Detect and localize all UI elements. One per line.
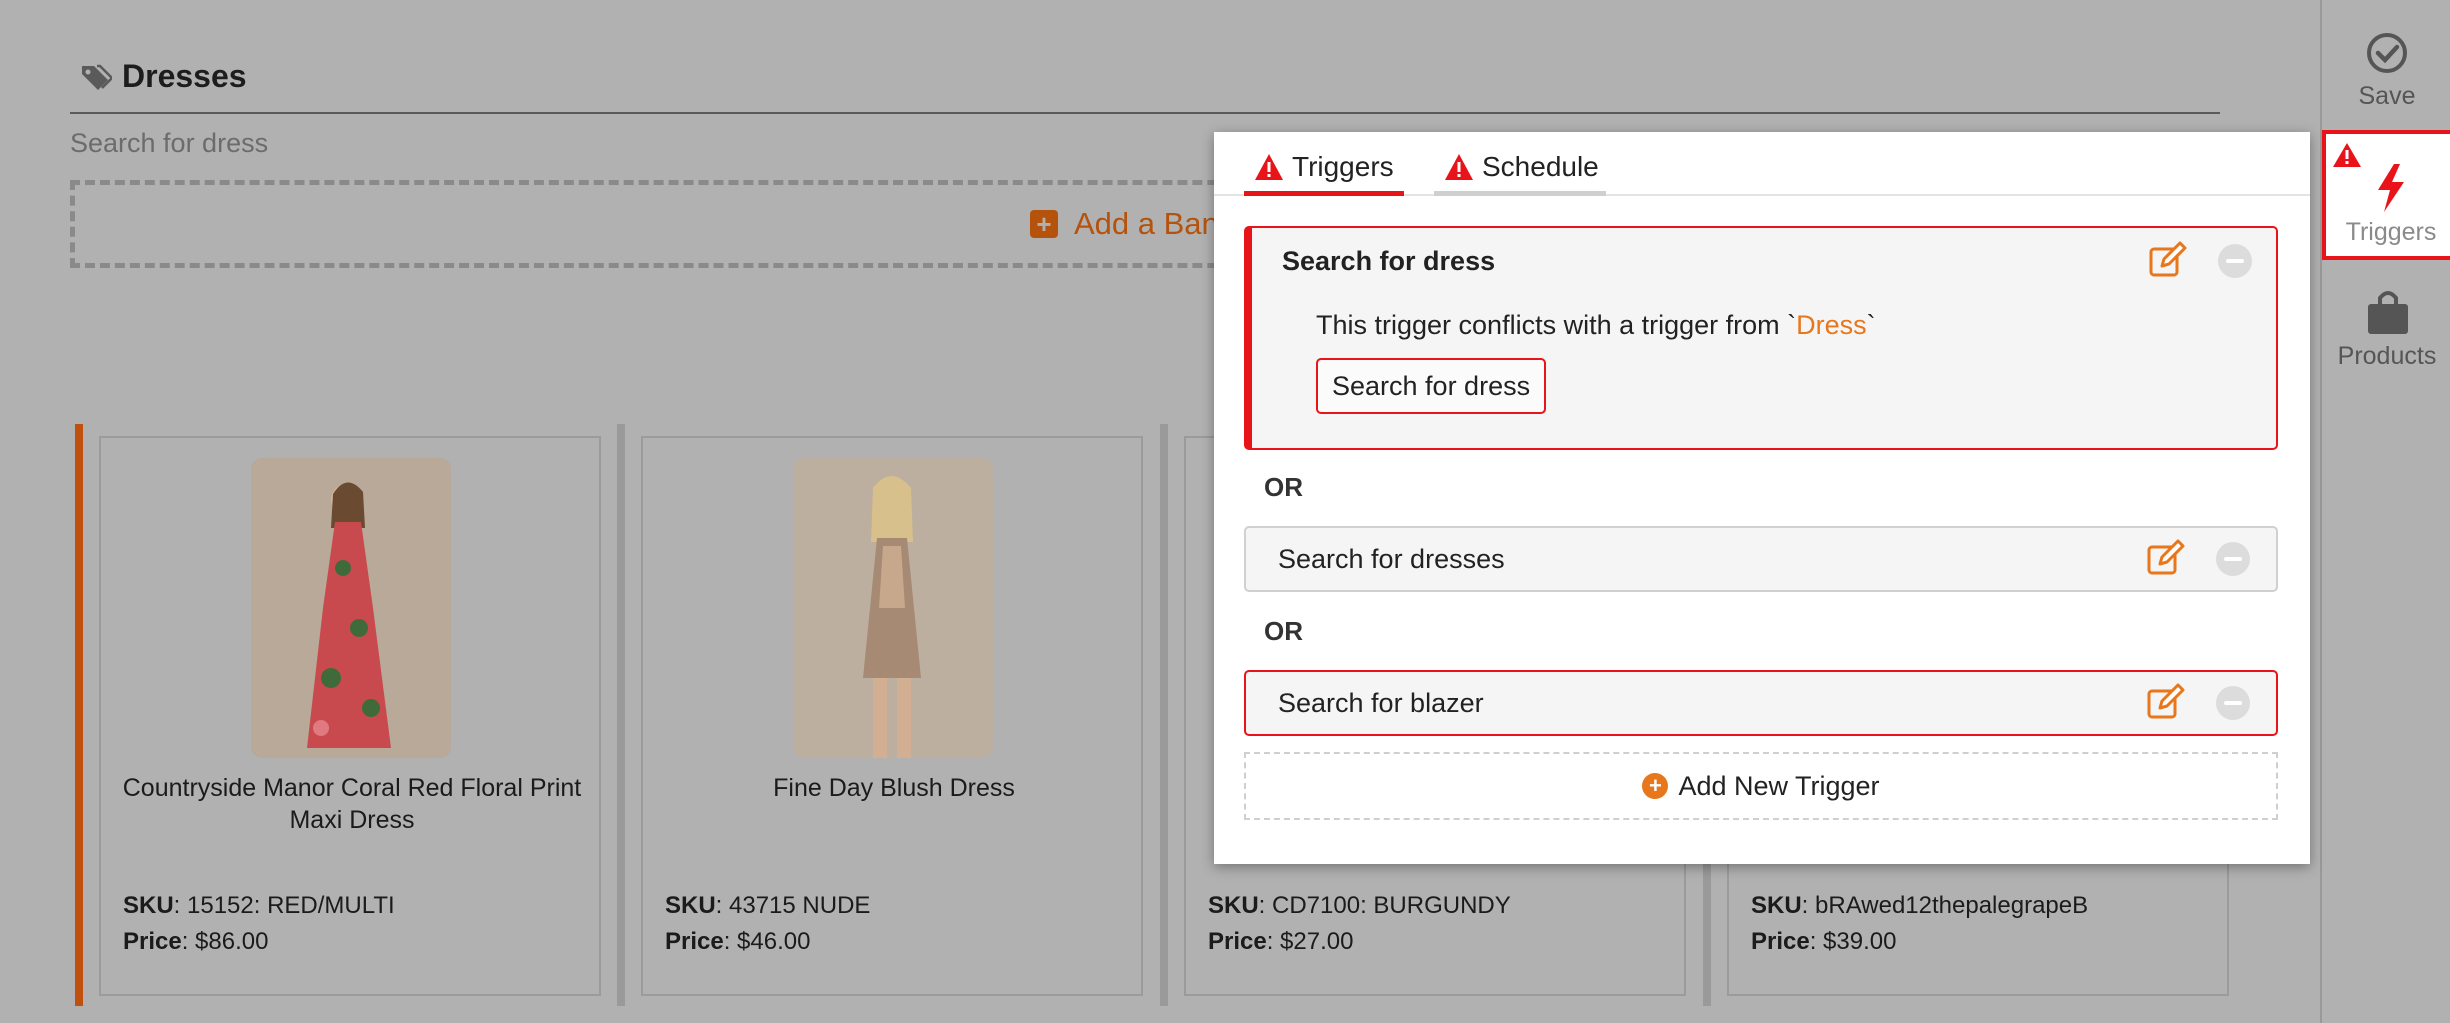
product-card[interactable]: Fine Day Blush Dress SKU: 43715 NUDE Pri… xyxy=(617,424,1163,1006)
trigger-item[interactable]: Search for blazer xyxy=(1244,670,2278,736)
triggers-popup: Triggers Schedule Search for dress This … xyxy=(1214,132,2310,864)
section-header: Dresses xyxy=(70,52,2220,114)
remove-icon[interactable] xyxy=(2218,244,2252,278)
products-label: Products xyxy=(2337,342,2437,370)
plus-circle-icon: + xyxy=(1642,773,1669,799)
trigger-title: Search for blazer xyxy=(1278,688,1484,718)
right-toolbar: Save Triggers Products xyxy=(2320,0,2450,1023)
tab-schedule-label: Schedule xyxy=(1482,150,1599,182)
add-new-trigger-button[interactable]: + Add New Trigger xyxy=(1244,752,2278,820)
popup-tabs: Triggers Schedule xyxy=(1214,132,2310,196)
trigger-item[interactable]: Search for dresses xyxy=(1244,526,2278,592)
trigger-title: Search for dresses xyxy=(1278,544,1505,574)
remove-icon[interactable] xyxy=(2216,542,2250,576)
product-sku: SKU: bRAwed12thepalegrapeB xyxy=(1751,892,2089,919)
or-separator: OR xyxy=(1264,616,1303,646)
or-separator: OR xyxy=(1264,472,1303,502)
product-image xyxy=(793,458,993,758)
shopping-bag-icon xyxy=(2368,291,2408,334)
edit-icon[interactable] xyxy=(2146,682,2186,722)
product-card-body: Countryside Manor Coral Red Floral Print… xyxy=(99,436,601,996)
product-sku: SKU: CD7100: BURGUNDY xyxy=(1208,892,1511,919)
add-banner-button[interactable]: + Add a Ban xyxy=(1030,206,1219,242)
tab-schedule[interactable]: Schedule xyxy=(1434,142,1606,196)
conflict-message: This trigger conflicts with a trigger fr… xyxy=(1316,310,1876,340)
product-price: Price: $86.00 xyxy=(123,928,269,955)
product-drag-handle[interactable] xyxy=(617,424,625,1006)
product-name: Fine Day Blush Dress xyxy=(773,774,1015,802)
section-trigger-label: Search for dress xyxy=(70,128,269,158)
save-label: Save xyxy=(2358,82,2416,110)
products-button[interactable]: Products xyxy=(2322,282,2450,408)
trigger-item[interactable]: Search for dress This trigger conflicts … xyxy=(1244,226,2278,450)
warning-icon xyxy=(2333,143,2361,167)
conflicting-trigger-chip[interactable]: Search for dress xyxy=(1316,358,1547,414)
tags-icon xyxy=(82,64,112,90)
product-drag-handle[interactable] xyxy=(1160,424,1168,1006)
product-sku: SKU: 15152: RED/MULTI xyxy=(123,892,395,919)
lightning-bolt-icon xyxy=(2378,164,2404,212)
warning-icon xyxy=(1255,153,1283,180)
product-image xyxy=(251,458,451,758)
add-banner-label: Add a Ban xyxy=(1074,206,1219,241)
product-name: Countryside Manor Coral Red Floral Print… xyxy=(122,774,582,834)
tab-triggers-label: Triggers xyxy=(1292,150,1394,182)
product-drag-handle[interactable] xyxy=(75,424,83,1006)
edit-icon[interactable] xyxy=(2148,240,2188,280)
trigger-title: Search for dress xyxy=(1282,246,1496,276)
product-card-body: Fine Day Blush Dress SKU: 43715 NUDE Pri… xyxy=(641,436,1143,996)
tab-triggers[interactable]: Triggers xyxy=(1244,142,1404,196)
product-card[interactable]: Countryside Manor Coral Red Floral Print… xyxy=(75,424,621,1006)
add-new-trigger-label: Add New Trigger xyxy=(1678,770,1880,801)
product-price: Price: $46.00 xyxy=(665,928,811,955)
warning-icon xyxy=(1445,153,1473,180)
section-title: Dresses xyxy=(122,58,247,94)
product-sku: SKU: 43715 NUDE xyxy=(665,892,871,919)
triggers-label: Triggers xyxy=(2345,218,2437,246)
plus-square-icon: + xyxy=(1030,210,1058,238)
remove-icon[interactable] xyxy=(2216,686,2250,720)
product-price: Price: $27.00 xyxy=(1208,928,1354,955)
conflict-link[interactable]: Dress xyxy=(1796,310,1867,340)
edit-icon[interactable] xyxy=(2146,538,2186,578)
triggers-button[interactable]: Triggers xyxy=(2322,130,2450,260)
check-circle-icon xyxy=(2367,33,2407,73)
product-price: Price: $39.00 xyxy=(1751,928,1897,955)
